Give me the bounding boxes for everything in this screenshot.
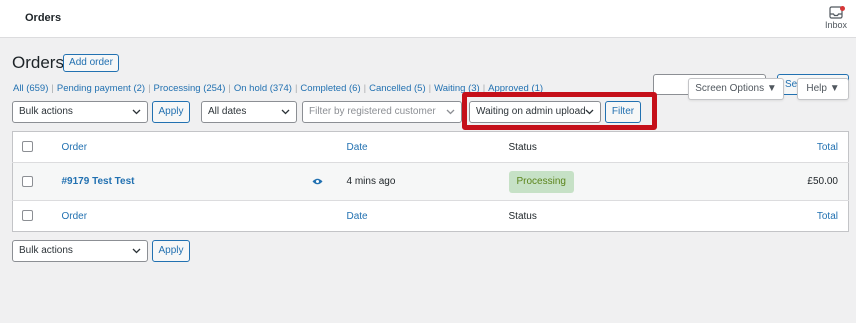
- top-header-bar: Orders Inbox: [0, 0, 856, 38]
- bulk-actions-value: Bulk actions: [19, 106, 73, 117]
- sort-date-link[interactable]: Date: [347, 142, 368, 153]
- sort-order-link[interactable]: Order: [62, 142, 88, 153]
- inbox-button[interactable]: Inbox: [819, 6, 853, 30]
- column-footer-total: Total: [719, 201, 849, 232]
- select-all-cell: [13, 201, 62, 232]
- separator: |: [363, 83, 367, 94]
- column-header-preview: [312, 132, 347, 163]
- table-footer-row: Order Date Status Total: [13, 201, 849, 232]
- order-link[interactable]: #9179 Test Test: [62, 176, 135, 187]
- column-footer-preview: [312, 201, 347, 232]
- separator: |: [294, 83, 298, 94]
- select-all-checkbox[interactable]: [22, 210, 33, 222]
- filter-link-pending-payment[interactable]: Pending payment (2): [57, 83, 145, 94]
- column-footer-status: Status: [508, 210, 537, 222]
- bulk-actions-value: Bulk actions: [19, 245, 73, 256]
- date-filter-value: All dates: [208, 106, 247, 117]
- apply-button[interactable]: Apply: [152, 101, 190, 123]
- separator: |: [428, 83, 432, 94]
- highlight-annotation: [462, 92, 657, 130]
- chevron-down-icon: [132, 109, 141, 115]
- select-all-checkbox[interactable]: [22, 141, 33, 153]
- screen-options-tab[interactable]: Screen Options ▼: [688, 78, 784, 100]
- filter-link-cancelled[interactable]: Cancelled (5): [369, 83, 426, 94]
- column-header-total: Total: [719, 132, 849, 163]
- add-order-button[interactable]: Add order: [63, 54, 119, 72]
- status-cell: Processing: [508, 163, 719, 201]
- customer-filter-select[interactable]: Filter by registered customer: [302, 101, 462, 123]
- table-header-row: Order Date Status Total: [12, 132, 849, 163]
- separator: |: [228, 83, 231, 94]
- filter-link-completed[interactable]: Completed (6): [300, 83, 360, 94]
- chevron-down-icon: [281, 109, 290, 115]
- sort-total-link[interactable]: Total: [817, 211, 838, 222]
- date-cell: 4 mins ago: [346, 176, 396, 187]
- row-checkbox[interactable]: [22, 175, 33, 187]
- separator: |: [51, 83, 54, 94]
- filter-link-all[interactable]: All (659): [13, 83, 48, 94]
- column-header-status: Status: [508, 141, 537, 153]
- sort-total-link[interactable]: Total: [817, 142, 838, 153]
- column-header-order: Order: [62, 132, 312, 163]
- preview-cell: [312, 163, 347, 201]
- eye-icon[interactable]: [312, 178, 323, 185]
- orders-table: Order Date Status Total #9179 Test Test …: [12, 131, 849, 232]
- bulk-actions-select[interactable]: Bulk actions: [12, 101, 148, 123]
- header-title: Orders: [25, 12, 62, 24]
- chevron-down-icon: [446, 109, 455, 115]
- sort-order-link[interactable]: Order: [62, 211, 88, 222]
- chevron-down-icon: [132, 248, 141, 254]
- order-cell: #9179 Test Test: [62, 163, 312, 201]
- filter-link-processing[interactable]: Processing (254): [154, 83, 226, 94]
- separator: |: [148, 83, 151, 94]
- customer-filter-placeholder: Filter by registered customer: [309, 106, 436, 117]
- notification-dot: [840, 6, 845, 11]
- total-cell: £50.00: [807, 176, 838, 187]
- filter-link-on-hold[interactable]: On hold (374): [234, 83, 292, 94]
- apply-button-bottom[interactable]: Apply: [152, 240, 190, 262]
- table-row[interactable]: #9179 Test Test 4 mins ago Processing £5…: [12, 162, 849, 201]
- date-filter-select[interactable]: All dates: [201, 101, 297, 123]
- column-footer-order: Order: [62, 201, 312, 232]
- help-tab[interactable]: Help ▼: [797, 78, 849, 100]
- inbox-label: Inbox: [824, 20, 848, 30]
- select-all-cell: [13, 132, 62, 163]
- page-title: Orders: [12, 53, 64, 72]
- bulk-actions-select-bottom[interactable]: Bulk actions: [12, 240, 148, 262]
- sort-date-link[interactable]: Date: [347, 211, 368, 222]
- column-footer-date: Date: [347, 201, 509, 232]
- status-badge: Processing: [508, 170, 574, 193]
- column-header-date: Date: [347, 132, 509, 163]
- row-checkbox-cell: [13, 163, 62, 201]
